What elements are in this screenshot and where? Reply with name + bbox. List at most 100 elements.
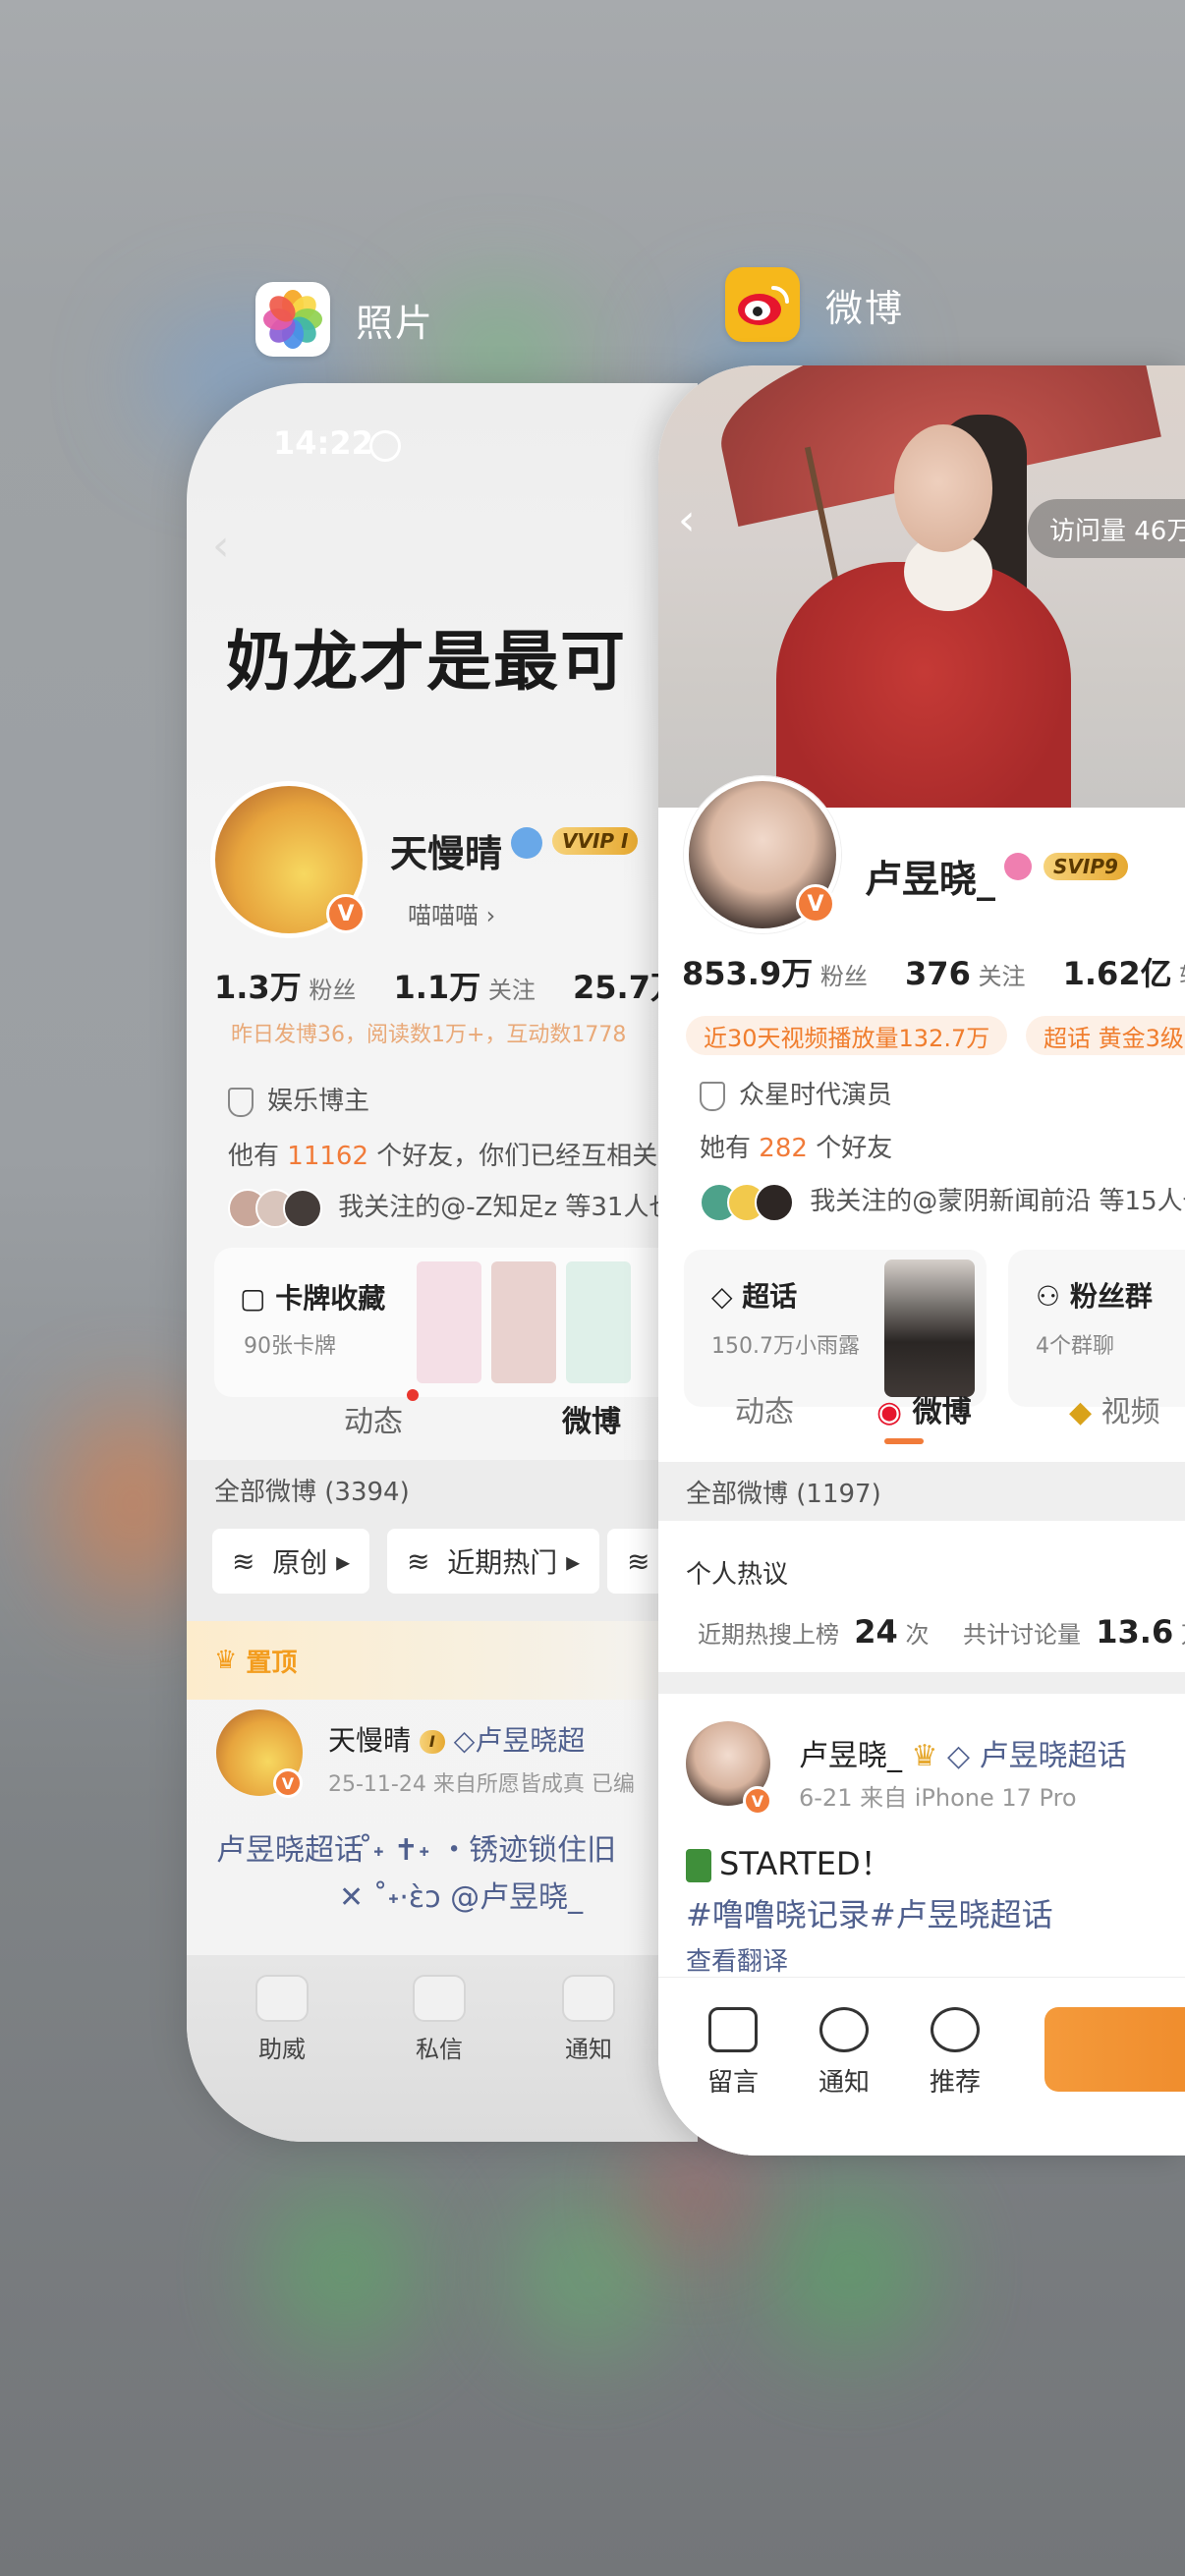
verified-v-icon: V: [326, 894, 366, 933]
card-thumb: [417, 1261, 481, 1383]
translate-link[interactable]: 查看翻译: [686, 1941, 788, 1978]
tab-dynamic[interactable]: 动态: [344, 1397, 403, 1440]
nav-message[interactable]: 私信: [413, 1975, 466, 2064]
page-title: 奶龙才是最可: [226, 624, 627, 700]
shield-icon: [228, 1087, 254, 1117]
card-thumb: [491, 1261, 556, 1383]
svip-badge: SVIP9: [1044, 853, 1128, 880]
third-count: 1.62亿: [1062, 955, 1172, 992]
chip-hot[interactable]: ≋ 近期热门 ▸: [387, 1529, 600, 1594]
profile-banner: [658, 365, 1185, 808]
post-line-2[interactable]: ✕ ˚˖·ɛ̀ɔ @卢昱晓_: [339, 1873, 583, 1916]
crown-icon: ♛: [911, 1739, 938, 1773]
blur-blob: [649, 2152, 737, 2240]
hot-title: 个人热议: [686, 1560, 789, 1590]
tab-video[interactable]: ◆ 视频: [1069, 1387, 1160, 1430]
weibo-app-icon: [725, 267, 800, 342]
following-avatars: [228, 1188, 322, 1228]
back-icon[interactable]: ‹: [678, 495, 696, 545]
photos-app-card[interactable]: 14:22 ‹ 奶龙才是最可 V 天慢晴 VVIP I 喵喵喵 › 1.3万 粉…: [187, 383, 698, 2142]
post-hashtags[interactable]: #噜噜晓记录#卢昱晓超话: [686, 1890, 1053, 1935]
fans-count: 1.3万: [214, 969, 302, 1006]
fans-group-title: ⚇ 粉丝群: [1036, 1280, 1153, 1313]
verified-icon: [511, 827, 542, 859]
post-body: STARTED！: [686, 1839, 892, 1884]
nav-cheer[interactable]: 助威: [255, 1975, 309, 2064]
post-meta: 25-11-24 来自所愿皆成真 已编: [328, 1772, 635, 1797]
follow-label: 关注: [487, 977, 536, 1004]
search-badge-icon: [1004, 853, 1032, 880]
blur-blob: [766, 2191, 933, 2348]
verified-v-icon: V: [743, 1786, 772, 1816]
red-dot-badge: [407, 1389, 419, 1401]
follow-count: 1.1万: [393, 969, 481, 1006]
following-row[interactable]: 我关注的@-Z知足z 等31人也: [228, 1187, 674, 1228]
bell-icon: [819, 2007, 869, 2052]
blur-blob: [511, 2201, 668, 2348]
chaohua-title: ◇ 超话: [711, 1280, 798, 1313]
photos-app-name: 照片: [356, 301, 435, 345]
friends-suffix: 个好友，你们已经互相关注: [376, 1142, 684, 1171]
card-thumb: [566, 1261, 631, 1383]
comment-icon: [708, 2007, 758, 2052]
friends-row[interactable]: 他有 11162 个好友，你们已经互相关注: [228, 1136, 683, 1172]
post-line-1[interactable]: 卢昱晓超话 ̊˖ ✝︎˖ ・锈迹锁住旧: [216, 1825, 616, 1869]
profile-name: 天慢晴: [390, 832, 503, 875]
fans-label: 粉丝: [819, 963, 868, 990]
fans-count: 853.9万: [682, 955, 814, 992]
follow-button[interactable]: [1044, 2007, 1185, 2092]
blur-blob: [265, 2191, 423, 2348]
friends-count: 11162: [287, 1142, 368, 1171]
fans-group-sub: 4个群聊: [1036, 1334, 1114, 1359]
tab-dynamic[interactable]: 动态: [735, 1387, 794, 1430]
card-collection-sub: 90张卡牌: [244, 1334, 336, 1359]
photos-app-icon: [255, 282, 330, 357]
banner-figure-head: [894, 424, 992, 552]
message-icon: [413, 1975, 466, 2022]
cheer-icon: [255, 1975, 309, 2022]
weibo-app-card[interactable]: ‹ 访问量 46万 V 卢昱晓_ SVIP9 853.9万 粉丝 376 关注 …: [658, 365, 1185, 2156]
friends-count: 282: [759, 1134, 808, 1163]
following-row[interactable]: 我关注的@蒙阴新闻前沿 等15人也: [700, 1181, 1185, 1222]
card-collection[interactable]: ▢ 卡牌收藏 90张卡牌: [214, 1248, 698, 1397]
recommend-button[interactable]: 推荐: [930, 2007, 981, 2099]
weibo-app-label[interactable]: 微博: [725, 267, 904, 342]
post-author: 卢昱晓_ ♛ ◇ 卢昱晓超话: [799, 1739, 1127, 1773]
notify-button[interactable]: 通知: [818, 2007, 870, 2099]
blur-blob: [59, 1405, 206, 1601]
role-text: 娱乐博主: [267, 1087, 370, 1116]
role-row: 娱乐博主: [228, 1081, 369, 1117]
fans-label: 粉丝: [309, 977, 357, 1004]
role-text: 众星时代演员: [739, 1081, 893, 1110]
friends-row[interactable]: 她有 282 个好友: [700, 1128, 892, 1164]
comment-button[interactable]: 留言: [707, 2007, 759, 2099]
hot-discuss: 共计讨论量 13.6 万: [963, 1613, 1185, 1651]
chaohua-sub: 150.7万小雨露: [711, 1334, 860, 1359]
chaohua-level-pill[interactable]: 超话 黄金3级: [1026, 1016, 1185, 1055]
video-play-pill[interactable]: 近30天视频播放量132.7万: [686, 1016, 1008, 1055]
profile-subtitle[interactable]: 喵喵喵 ›: [408, 896, 495, 930]
chevron-up-icon: [931, 2007, 980, 2052]
nav-notify[interactable]: 通知: [562, 1975, 615, 2064]
bottom-nav: 助威 私信 通知: [187, 1955, 698, 2142]
photos-app-label[interactable]: 照片: [255, 282, 434, 357]
bottom-bar: 留言 通知 推荐: [658, 1977, 1185, 2156]
chip-original[interactable]: ≋ 原创 ▸: [212, 1529, 370, 1594]
chaohua-card[interactable]: ◇ 超话 150.7万小雨露: [684, 1250, 987, 1407]
stats-row: 853.9万 粉丝 376 关注 1.62亿 转: [682, 949, 1185, 994]
chaohua-thumb: [884, 1260, 975, 1397]
follow-label: 关注: [978, 963, 1026, 990]
shield-icon: [700, 1081, 725, 1111]
tab-weibo[interactable]: 微博: [562, 1397, 621, 1440]
card-collection-title: ▢ 卡牌收藏: [240, 1282, 386, 1315]
weibo-logo-icon: ◉: [876, 1395, 903, 1429]
post-meta: 6-21 来自 iPhone 17 Pro: [799, 1784, 1077, 1812]
pinned-label: ♛ 置顶: [187, 1621, 698, 1700]
all-weibo-bar: 全部微博 (1197): [658, 1462, 1185, 1521]
friends-suffix: 个好友: [816, 1134, 893, 1163]
tab-weibo[interactable]: ◉ 微博: [876, 1387, 972, 1430]
back-icon[interactable]: ‹: [212, 521, 230, 571]
following-text: 我关注的@-Z知足z 等31人也: [338, 1193, 675, 1222]
fans-group-card[interactable]: ⚇ 粉丝群 4个群聊: [1008, 1250, 1185, 1407]
profile-name: 卢昱晓_: [865, 858, 996, 901]
